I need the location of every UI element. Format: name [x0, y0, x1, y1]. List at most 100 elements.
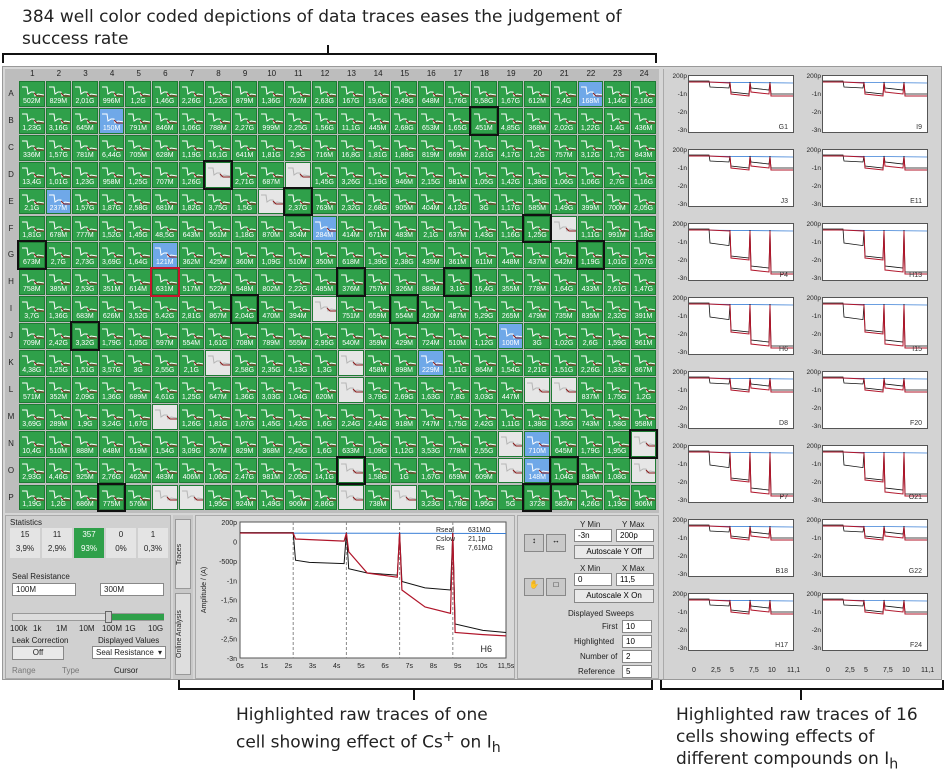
well-C21[interactable]: 757M: [551, 134, 577, 161]
well-B15[interactable]: 2,68G: [391, 107, 417, 134]
well-H15[interactable]: 326M: [391, 269, 417, 296]
well-M19[interactable]: 1,11G: [497, 403, 524, 430]
well-E3[interactable]: 1,57G: [72, 188, 98, 215]
well-J11[interactable]: 555M: [285, 323, 311, 349]
mini-plot-J3[interactable]: 200p -1n -2n -3n J3: [670, 147, 794, 215]
well-E11[interactable]: 2,37G: [283, 186, 313, 217]
well-N7[interactable]: 3,09G: [178, 430, 205, 457]
well-K17[interactable]: 1,11G: [444, 350, 471, 376]
well-E15[interactable]: 905M: [391, 188, 417, 215]
mini-plot-B18[interactable]: 200p -1n -2n -3n B18: [670, 517, 794, 585]
well-F13[interactable]: 414M: [338, 215, 364, 242]
well-N23[interactable]: 1,95G: [604, 430, 630, 457]
well-B10[interactable]: 999M: [258, 107, 284, 134]
well-P23[interactable]: 1,19G: [604, 484, 630, 511]
well-G18[interactable]: 611M: [471, 242, 497, 269]
well-H9[interactable]: 548M: [231, 269, 258, 296]
zoom-box-icon[interactable]: □: [546, 578, 566, 596]
well-P8[interactable]: 1,95G: [205, 484, 231, 511]
well-C14[interactable]: 1,81G: [364, 134, 391, 161]
well-H10[interactable]: 802M: [258, 269, 284, 296]
well-H12[interactable]: 485M: [311, 269, 338, 296]
well-E9[interactable]: 1,5G: [231, 188, 258, 215]
well-D17[interactable]: 981M: [444, 161, 471, 188]
well-D19[interactable]: 1,42G: [497, 161, 524, 188]
well-N17[interactable]: 778M: [444, 430, 471, 457]
well-I24[interactable]: 391M: [630, 296, 657, 323]
well-L19[interactable]: 447M: [497, 376, 524, 403]
well-I5[interactable]: 3,52G: [125, 296, 151, 323]
well-O24[interactable]: [630, 457, 657, 484]
well-A6[interactable]: 1,46G: [152, 81, 178, 107]
well-A9[interactable]: 879M: [231, 81, 258, 107]
well-H5[interactable]: 614M: [125, 269, 151, 296]
well-M23[interactable]: 1,58G: [604, 403, 630, 430]
number-field[interactable]: 2: [622, 650, 652, 663]
well-L14[interactable]: 3,79G: [364, 376, 391, 403]
well-P22[interactable]: 4,26G: [577, 484, 604, 511]
well-P3[interactable]: 686M: [72, 484, 98, 511]
well-O22[interactable]: 838M: [577, 457, 604, 484]
autoscale-x-button[interactable]: Autoscale X On: [574, 589, 654, 603]
well-M12[interactable]: 1,6G: [311, 403, 338, 430]
well-F22[interactable]: 1,11G: [577, 215, 604, 242]
well-J18[interactable]: 1,12G: [471, 323, 497, 349]
first-field[interactable]: 10: [622, 620, 652, 633]
well-I19[interactable]: 265M: [497, 296, 524, 323]
well-I18[interactable]: 5,29G: [471, 296, 497, 323]
well-O12[interactable]: 14,1G: [311, 457, 338, 484]
well-J12[interactable]: 2,95G: [311, 323, 338, 349]
well-O20[interactable]: 148M: [524, 457, 550, 484]
well-A20[interactable]: 612M: [524, 81, 550, 107]
well-A10[interactable]: 1,36G: [258, 81, 284, 107]
well-D18[interactable]: 1,05G: [471, 161, 497, 188]
well-K11[interactable]: 4,13G: [285, 350, 311, 376]
well-F20[interactable]: 1,25G: [522, 213, 552, 244]
well-J13[interactable]: 540M: [338, 323, 364, 349]
well-O18[interactable]: 609M: [471, 457, 497, 484]
well-F15[interactable]: 483M: [391, 215, 417, 242]
well-D1[interactable]: 13,4G: [19, 161, 45, 188]
well-L23[interactable]: 1,75G: [604, 376, 630, 403]
ymax-field[interactable]: 200p: [616, 529, 654, 542]
well-O6[interactable]: 483M: [152, 457, 178, 484]
well-L20[interactable]: [524, 376, 550, 403]
well-C12[interactable]: 716M: [311, 134, 338, 161]
well-P13[interactable]: [338, 484, 364, 511]
well-O4[interactable]: 2,76G: [98, 457, 125, 484]
well-H1[interactable]: 758M: [19, 269, 45, 296]
well-K18[interactable]: 864M: [471, 350, 497, 376]
mini-plot-E11[interactable]: 200p -1n -2n -3n E11: [804, 147, 928, 215]
well-F7[interactable]: 643M: [178, 215, 205, 242]
well-I4[interactable]: 626M: [98, 296, 125, 323]
well-B18[interactable]: 451M: [469, 105, 499, 136]
well-O7[interactable]: 406M: [178, 457, 205, 484]
well-G21[interactable]: 642M: [551, 242, 577, 269]
well-I12[interactable]: [311, 296, 338, 323]
well-C17[interactable]: 669M: [444, 134, 471, 161]
well-I3[interactable]: 683M: [72, 296, 98, 323]
well-C22[interactable]: 3,12G: [577, 134, 604, 161]
well-H14[interactable]: 757M: [364, 269, 391, 296]
well-B23[interactable]: 1,4G: [604, 107, 630, 134]
well-C23[interactable]: 1,7G: [604, 134, 630, 161]
well-E8[interactable]: 3,75G: [205, 188, 231, 215]
well-B14[interactable]: 445M: [364, 107, 391, 134]
well-K15[interactable]: 898M: [391, 350, 417, 376]
well-G5[interactable]: 1,64G: [125, 242, 151, 269]
well-J10[interactable]: 789M: [258, 323, 284, 349]
well-I11[interactable]: 394M: [285, 296, 311, 323]
well-C8[interactable]: 16,1G: [205, 134, 231, 161]
well-N4[interactable]: 648M: [98, 430, 125, 457]
well-B24[interactable]: 436M: [630, 107, 657, 134]
well-D6[interactable]: 707M: [152, 161, 178, 188]
well-F18[interactable]: 1,43G: [471, 215, 497, 242]
well-A16[interactable]: 648M: [418, 81, 444, 107]
well-N10[interactable]: 368M: [258, 430, 284, 457]
well-K12[interactable]: 1,3G: [311, 350, 338, 376]
well-D20[interactable]: 1,38G: [524, 161, 550, 188]
well-P19[interactable]: 5G: [497, 484, 524, 511]
ymin-field[interactable]: -3n: [574, 529, 612, 542]
well-F21[interactable]: [551, 215, 577, 242]
well-C11[interactable]: 2,9G: [285, 134, 311, 161]
